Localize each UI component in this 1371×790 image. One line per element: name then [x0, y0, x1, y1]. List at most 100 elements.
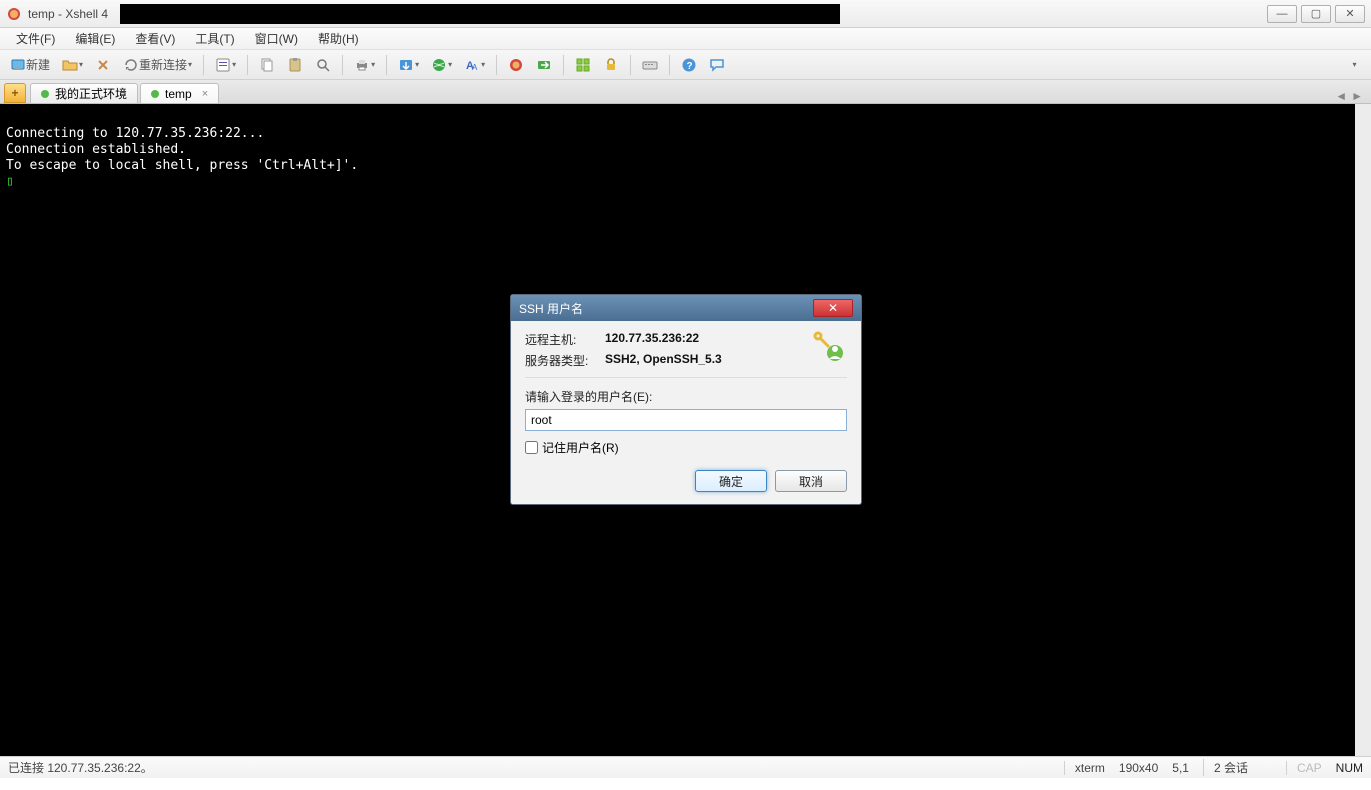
server-type-label: 服务器类型: [525, 352, 605, 369]
svg-text:?: ? [687, 61, 693, 72]
status-connection-text: 已连接 120.77.35.236:22。 [8, 759, 153, 776]
dialog-separator [525, 377, 847, 378]
tab-label: temp [165, 87, 192, 101]
tab-close-icon[interactable]: × [202, 88, 208, 100]
font-button[interactable]: AA▾ [460, 54, 489, 76]
paste-button[interactable] [283, 54, 307, 76]
remember-checkbox[interactable] [525, 441, 538, 454]
status-cap: CAP [1286, 761, 1322, 775]
menu-view[interactable]: 查看(V) [125, 28, 185, 49]
toolbar: 新建 ▾ 重新连接▾ ▾ ▾ ▾ ▾ AA▾ ? ▾ [0, 50, 1371, 80]
dialog-title-bar[interactable]: SSH 用户名 ✕ [511, 295, 861, 321]
ssh-username-dialog: SSH 用户名 ✕ 远程主机: 120.77.35.236:22 服务器类型: … [510, 294, 862, 505]
dialog-title-text: SSH 用户名 [519, 300, 583, 317]
tab-my-env[interactable]: 我的正式环境 [30, 83, 138, 103]
toolbar-sep [247, 55, 248, 75]
transfer-icon [398, 57, 414, 73]
remember-label: 记住用户名(R) [542, 439, 619, 456]
tab-bar: + 我的正式环境 temp × ◄ ► [0, 80, 1371, 104]
lock-icon [603, 57, 619, 73]
globe-icon [431, 57, 447, 73]
menu-help[interactable]: 帮助(H) [308, 28, 369, 49]
terminal-line: Connecting to 120.77.35.236:22... [6, 126, 264, 141]
menu-file[interactable]: 文件(F) [6, 28, 65, 49]
xshell-button[interactable] [504, 54, 528, 76]
help-button[interactable]: ? [677, 54, 701, 76]
dialog-close-button[interactable]: ✕ [813, 299, 853, 317]
toolbar-sep [630, 55, 631, 75]
print-button[interactable]: ▾ [350, 54, 379, 76]
status-bar: 已连接 120.77.35.236:22。 xterm 190x40 5,1 2… [0, 756, 1371, 778]
username-input[interactable] [525, 409, 847, 431]
window-title: temp - Xshell 4 [28, 7, 108, 21]
remote-host-label: 远程主机: [525, 331, 605, 348]
terminal-line: Connection established. [6, 142, 186, 157]
lock-button[interactable] [599, 54, 623, 76]
maximize-button[interactable]: ▢ [1301, 5, 1331, 23]
title-overlay-band [120, 4, 840, 24]
new-button[interactable]: 新建 [6, 54, 54, 76]
keyboard-button[interactable] [638, 54, 662, 76]
server-type-value: SSH2, OpenSSH_5.3 [605, 352, 722, 369]
transfer-button[interactable]: ▾ [394, 54, 423, 76]
tab-temp[interactable]: temp × [140, 83, 219, 103]
terminal-line: To escape to local shell, press 'Ctrl+Al… [6, 158, 358, 173]
close-button[interactable]: ✕ [1335, 5, 1365, 23]
toolbar-overflow[interactable]: ▾ [1343, 54, 1365, 76]
find-button[interactable] [311, 54, 335, 76]
reconnect-label: 重新连接 [139, 56, 187, 73]
properties-icon [215, 57, 231, 73]
menu-edit[interactable]: 编辑(E) [65, 28, 125, 49]
disconnect-button[interactable] [91, 54, 115, 76]
menu-window[interactable]: 窗口(W) [245, 28, 308, 49]
tile-icon [575, 57, 591, 73]
copy-icon [259, 57, 275, 73]
username-prompt: 请输入登录的用户名(E): [525, 388, 847, 405]
terminal-scrollbar[interactable] [1355, 104, 1371, 756]
xftp-button[interactable] [532, 54, 556, 76]
key-person-icon [813, 331, 847, 365]
toolbar-sep [496, 55, 497, 75]
menu-tool[interactable]: 工具(T) [185, 28, 244, 49]
add-tab-button[interactable]: + [4, 83, 26, 103]
open-button[interactable]: ▾ [58, 54, 87, 76]
tile-button[interactable] [571, 54, 595, 76]
disconnect-icon [95, 57, 111, 73]
title-bar: temp - Xshell 4 — ▢ ✕ [0, 0, 1371, 28]
status-num: NUM [1336, 761, 1363, 775]
ok-button[interactable]: 确定 [695, 470, 767, 492]
status-cursor-pos: 5,1 [1172, 761, 1189, 775]
search-icon [315, 57, 331, 73]
xshell-logo-icon [508, 57, 524, 73]
paste-icon [287, 57, 303, 73]
printer-icon [354, 57, 370, 73]
menu-bar: 文件(F) 编辑(E) 查看(V) 工具(T) 窗口(W) 帮助(H) [0, 28, 1371, 50]
toolbar-sep [342, 55, 343, 75]
status-dot-icon [151, 90, 159, 98]
cancel-button[interactable]: 取消 [775, 470, 847, 492]
tab-scroll-right[interactable]: ► [1351, 89, 1363, 103]
svg-text:A: A [472, 63, 478, 72]
new-session-icon [10, 57, 26, 73]
status-term-type: xterm [1064, 761, 1105, 775]
window-controls: — ▢ ✕ [1267, 5, 1365, 23]
globe-button[interactable]: ▾ [427, 54, 456, 76]
feedback-button[interactable] [705, 54, 729, 76]
terminal-cursor: ▯ [6, 174, 14, 189]
properties-button[interactable]: ▾ [211, 54, 240, 76]
reconnect-button[interactable]: 重新连接▾ [119, 54, 196, 76]
status-term-size: 190x40 [1119, 761, 1158, 775]
app-icon [6, 6, 22, 22]
new-label: 新建 [26, 56, 50, 73]
help-icon: ? [681, 57, 697, 73]
copy-button[interactable] [255, 54, 279, 76]
tab-scroll-left[interactable]: ◄ [1335, 89, 1347, 103]
minimize-button[interactable]: — [1267, 5, 1297, 23]
xftp-icon [536, 57, 552, 73]
status-sessions: 2 会话 [1203, 759, 1248, 776]
remote-host-value: 120.77.35.236:22 [605, 331, 699, 348]
toolbar-sep [563, 55, 564, 75]
tab-scroll-arrows: ◄ ► [1335, 89, 1367, 103]
tab-label: 我的正式环境 [55, 85, 127, 102]
font-icon: AA [464, 57, 480, 73]
